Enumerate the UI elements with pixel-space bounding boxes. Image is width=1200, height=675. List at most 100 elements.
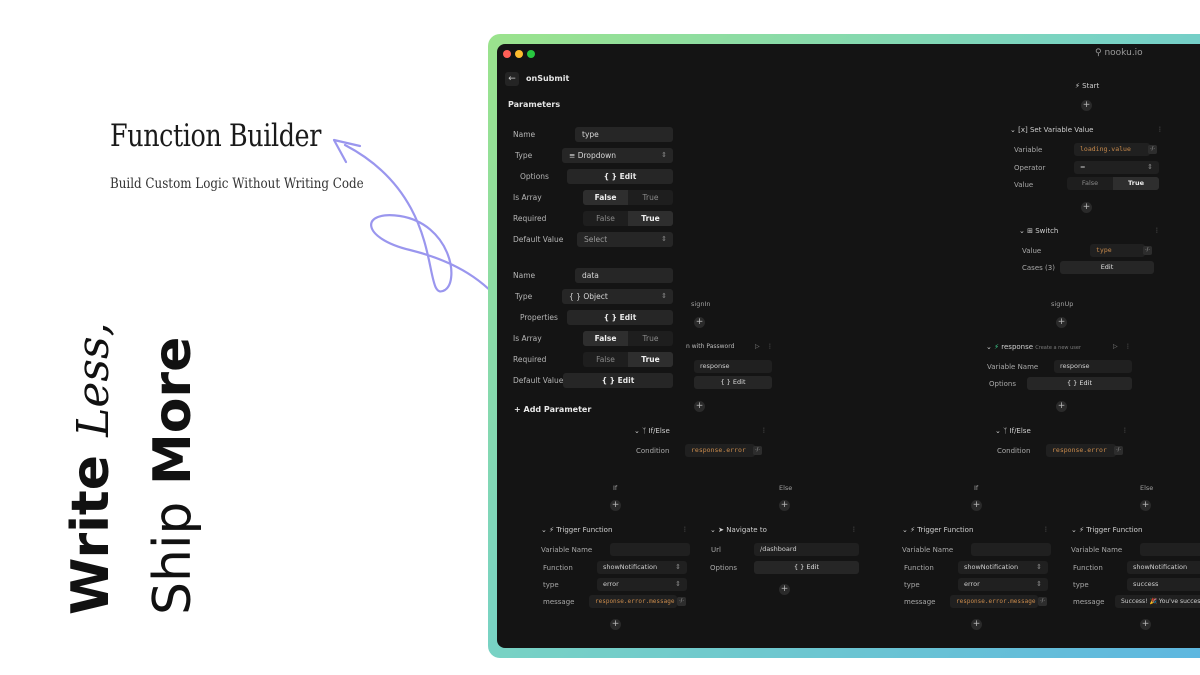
variable-picker-icon[interactable]: ·/· bbox=[1114, 446, 1123, 455]
trigger-function-node-1[interactable]: ⌄ ⚡ Trigger Function ⋮ Variable Name Fun… bbox=[537, 524, 692, 610]
required-false[interactable]: False bbox=[583, 211, 628, 226]
trigger-function-node-2[interactable]: ⌄ ⚡ Trigger Function ⋮ Variable Name Fun… bbox=[898, 524, 1053, 610]
isarray-false[interactable]: False bbox=[583, 190, 628, 205]
function-select[interactable]: showNotification bbox=[1127, 561, 1200, 574]
switch-value[interactable]: type bbox=[1090, 244, 1145, 257]
add-step-button[interactable]: + bbox=[1081, 100, 1092, 111]
type-select[interactable]: success bbox=[1127, 578, 1200, 591]
variable-picker-icon[interactable]: ·/· bbox=[1143, 246, 1152, 255]
variable-picker-icon[interactable]: ·/· bbox=[677, 597, 686, 606]
more-icon[interactable]: ⋮ bbox=[1125, 343, 1131, 350]
add-step-button[interactable]: + bbox=[1140, 619, 1151, 630]
maximize-dot[interactable] bbox=[527, 50, 535, 58]
set-variable-node[interactable]: ⌄ [x] Set Variable Value ⋮ Variable load… bbox=[1007, 124, 1163, 194]
properties-edit-button[interactable]: { } Edit bbox=[567, 310, 673, 325]
varname-input[interactable] bbox=[971, 543, 1051, 556]
add-parameter-button[interactable]: + Add Parameter bbox=[514, 405, 591, 414]
more-icon[interactable]: ⋮ bbox=[682, 526, 688, 533]
message-value[interactable]: response.error.message bbox=[589, 595, 677, 608]
variable-picker-icon[interactable]: ·/· bbox=[1038, 597, 1047, 606]
signin-node[interactable]: n with Password ▷ ⋮ response { } Edit bbox=[683, 340, 777, 392]
navigate-node[interactable]: ⌄ ➤ Navigate to ⋮ Url /dashboard Options… bbox=[706, 524, 861, 576]
add-step-button[interactable]: + bbox=[610, 500, 621, 511]
value-toggle[interactable]: False True bbox=[1067, 177, 1159, 190]
signin-edit-button[interactable]: { } Edit bbox=[694, 376, 772, 389]
add-step-button[interactable]: + bbox=[610, 619, 621, 630]
add-step-button[interactable]: + bbox=[1056, 401, 1067, 412]
branch-icon: ᛉ bbox=[1003, 427, 1008, 435]
default-select[interactable]: Select ⇕ bbox=[577, 232, 673, 247]
switch-node[interactable]: ⌄ ⊞ Switch ⋮ Value type ·/· Cases (3) Ed… bbox=[1015, 227, 1160, 277]
ifelse-left-node[interactable]: ⌄ ᛉ If/Else ⋮ Condition response.error ·… bbox=[630, 425, 770, 461]
param2-isarray-false[interactable]: False bbox=[583, 331, 628, 346]
param2-required-true[interactable]: True bbox=[628, 352, 673, 367]
signin-response-value[interactable]: response bbox=[694, 360, 772, 373]
response-options-edit-button[interactable]: { } Edit bbox=[1027, 377, 1132, 390]
lightning-icon: ⚡ bbox=[910, 526, 916, 534]
lightning-icon: ⚡ bbox=[1075, 82, 1080, 90]
message-value[interactable]: Success! 🎉 You've successfully bbox=[1115, 595, 1200, 608]
start-node[interactable]: ⚡ Start bbox=[1075, 82, 1099, 90]
type-select[interactable]: error ⇕ bbox=[958, 578, 1048, 591]
add-step-button[interactable]: + bbox=[1140, 500, 1151, 511]
url-input[interactable]: /dashboard bbox=[754, 543, 859, 556]
more-icon[interactable]: ⋮ bbox=[761, 427, 767, 434]
value-false[interactable]: False bbox=[1067, 177, 1113, 190]
type-select[interactable]: error ⇕ bbox=[597, 578, 687, 591]
add-step-button[interactable]: + bbox=[971, 619, 982, 630]
close-dot[interactable] bbox=[503, 50, 511, 58]
param-type-select[interactable]: ≡ Dropdown ⇕ bbox=[562, 148, 673, 163]
more-icon[interactable]: ⋮ bbox=[1043, 526, 1049, 533]
more-icon[interactable]: ⋮ bbox=[1154, 227, 1160, 234]
function-select[interactable]: showNotification ⇕ bbox=[597, 561, 687, 574]
param2-type-select[interactable]: { } Object ⇕ bbox=[562, 289, 673, 304]
more-icon[interactable]: ⋮ bbox=[767, 343, 773, 350]
cases-edit-button[interactable]: Edit bbox=[1060, 261, 1154, 274]
isarray-toggle[interactable]: False True bbox=[583, 190, 673, 205]
param2-required-false[interactable]: False bbox=[583, 352, 628, 367]
condition-value[interactable]: response.error bbox=[685, 444, 755, 457]
message-value[interactable]: response.error.message bbox=[950, 595, 1038, 608]
value-true[interactable]: True bbox=[1113, 177, 1159, 190]
properties-label: Properties bbox=[520, 313, 558, 322]
param2-name-input[interactable]: data bbox=[575, 268, 673, 283]
back-button[interactable]: ← bbox=[505, 72, 519, 86]
more-icon[interactable]: ⋮ bbox=[851, 526, 857, 533]
varname-input[interactable] bbox=[1140, 543, 1200, 556]
operator-select[interactable]: = ⇕ bbox=[1074, 161, 1159, 174]
minimize-dot[interactable] bbox=[515, 50, 523, 58]
more-icon[interactable]: ⋮ bbox=[1157, 126, 1163, 133]
add-step-button[interactable]: + bbox=[779, 584, 790, 595]
param2-isarray-true[interactable]: True bbox=[628, 331, 673, 346]
response-node[interactable]: ⌄ ⚡ response Create a new user ▷ ⋮ Varia… bbox=[982, 340, 1137, 392]
required-true[interactable]: True bbox=[628, 211, 673, 226]
variable-picker-icon[interactable]: ·/· bbox=[753, 446, 762, 455]
isarray-true[interactable]: True bbox=[628, 190, 673, 205]
required-toggle[interactable]: False True bbox=[583, 211, 673, 226]
param2-required-toggle[interactable]: False True bbox=[583, 352, 673, 367]
more-icon[interactable]: ⋮ bbox=[1122, 427, 1128, 434]
add-step-button[interactable]: + bbox=[694, 401, 705, 412]
varname-input[interactable] bbox=[610, 543, 690, 556]
add-step-button[interactable]: + bbox=[971, 500, 982, 511]
function-select[interactable]: showNotification ⇕ bbox=[958, 561, 1048, 574]
param-name-input[interactable]: type bbox=[575, 127, 673, 142]
add-step-button[interactable]: + bbox=[1056, 317, 1067, 328]
play-icon[interactable]: ▷ bbox=[1113, 343, 1118, 350]
trigger-function-node-3[interactable]: ⌄ ⚡ Trigger Function Variable Name Funct… bbox=[1067, 524, 1200, 610]
variable-value[interactable]: loading.value bbox=[1074, 143, 1150, 156]
add-step-button[interactable]: + bbox=[694, 317, 705, 328]
navigate-options-edit-button[interactable]: { } Edit bbox=[754, 561, 859, 574]
play-icon[interactable]: ▷ bbox=[755, 343, 760, 350]
param2-type-label: Type bbox=[515, 292, 533, 301]
param2-default-edit-button[interactable]: { } Edit bbox=[563, 373, 673, 388]
param2-isarray-toggle[interactable]: False True bbox=[583, 331, 673, 346]
variable-picker-icon[interactable]: ·/· bbox=[1148, 145, 1157, 154]
response-varname-value[interactable]: response bbox=[1054, 360, 1132, 373]
url-bar[interactable]: ⚲ nooku.io bbox=[1095, 48, 1143, 58]
options-edit-button[interactable]: { } Edit bbox=[567, 169, 673, 184]
add-step-button[interactable]: + bbox=[1081, 202, 1092, 213]
add-step-button[interactable]: + bbox=[779, 500, 790, 511]
ifelse-right-node[interactable]: ⌄ ᛉ If/Else ⋮ Condition response.error ·… bbox=[991, 425, 1131, 461]
condition-value[interactable]: response.error bbox=[1046, 444, 1116, 457]
